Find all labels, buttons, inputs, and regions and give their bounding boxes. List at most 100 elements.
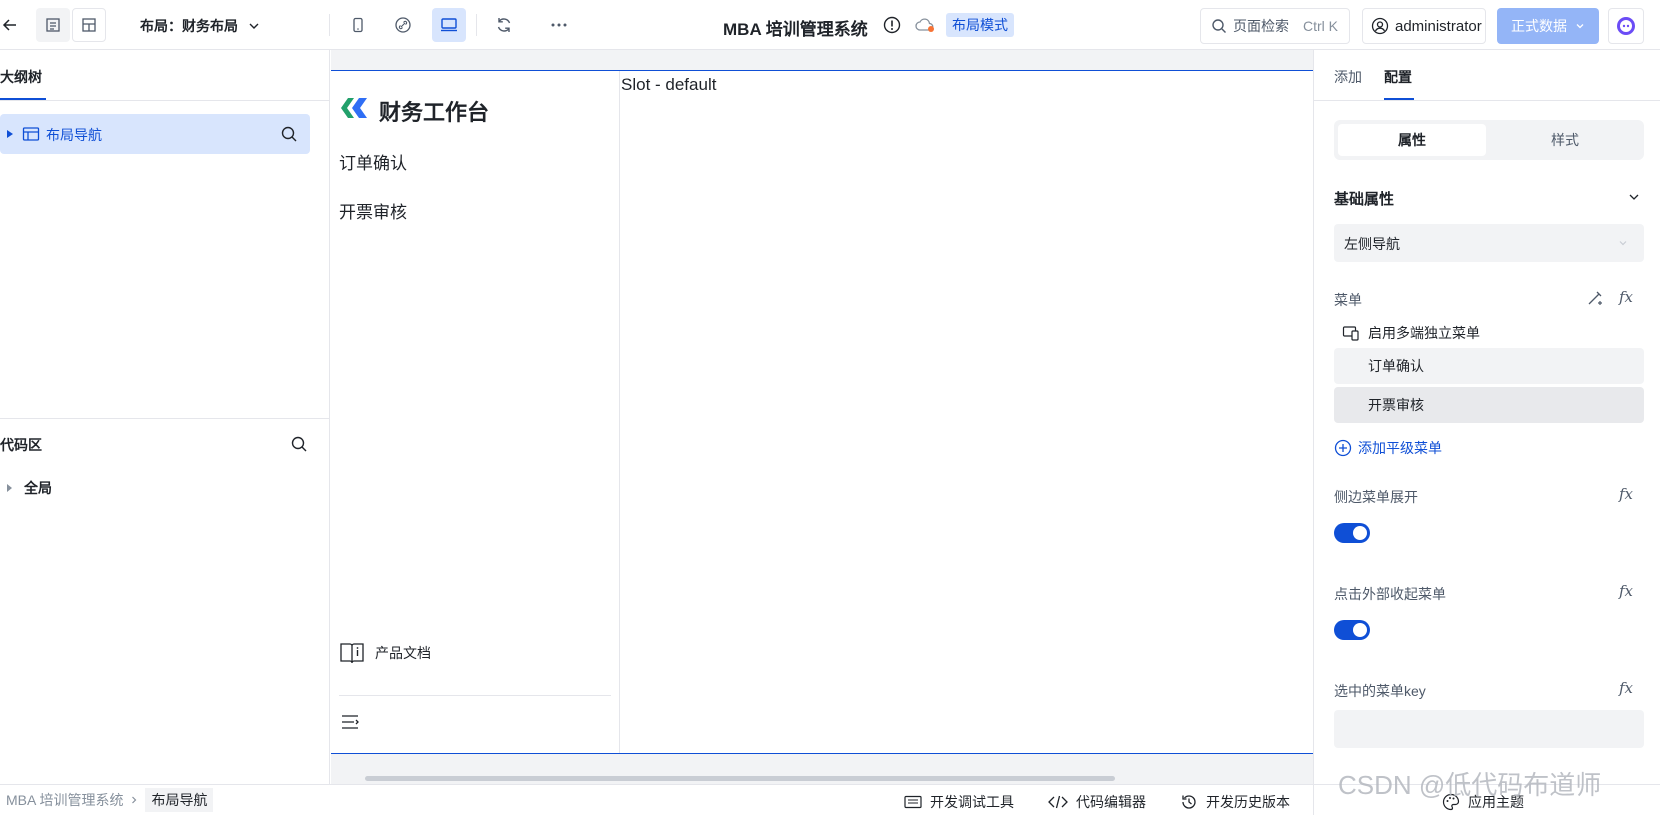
palette-icon (1442, 793, 1460, 811)
search-shortcut: Ctrl K (1303, 18, 1338, 34)
canvas-page[interactable]: 财务工作台 订单确认 开票审核 产品文档 Slot - default (331, 70, 1313, 754)
history-button[interactable]: 开发历史版本 (1180, 792, 1290, 812)
fx-icon[interactable]: fx (1619, 582, 1633, 600)
preview-nav-item[interactable]: 订单确认 (339, 149, 407, 174)
code-area-title: 代码区 (0, 437, 42, 453)
app-theme-button[interactable]: 应用主题 (1442, 792, 1524, 812)
book-icon (340, 643, 364, 664)
menu-config-item[interactable]: 开票审核 (1334, 387, 1644, 423)
top-bar: 布局：财务布局 MBA 培训管理系统 布局模式 页面检索 Ctrl K admi… (0, 0, 1660, 50)
chevron-down-icon (1576, 24, 1584, 29)
tree-item-layout-nav[interactable]: 布局导航 (0, 114, 310, 154)
search-icon[interactable] (280, 125, 298, 143)
menu-collapse-icon[interactable] (341, 714, 359, 730)
breadcrumb: MBA 培训管理系统 布局导航 (0, 788, 214, 812)
tab-config[interactable]: 配置 (1384, 67, 1412, 87)
search-icon[interactable] (290, 435, 308, 453)
left-panel: 大纲树 布局导航 代码区 全局 (0, 50, 330, 784)
multi-device-icon (1342, 326, 1359, 341)
link-view-icon[interactable] (386, 8, 420, 42)
magic-wand-icon[interactable] (1586, 289, 1604, 307)
selected-key-label: 选中的菜单key (1334, 683, 1426, 699)
divider (476, 14, 477, 36)
divider (339, 695, 611, 696)
docs-label: 产品文档 (375, 645, 431, 661)
caret-right-icon[interactable] (6, 129, 14, 139)
chevron-down-icon[interactable] (1628, 191, 1640, 203)
caret-right-icon[interactable] (6, 483, 14, 493)
multi-menu-label: 启用多端独立菜单 (1368, 325, 1480, 341)
dev-tools-button[interactable]: 开发调试工具 (904, 792, 1014, 812)
slot-placeholder: Slot - default (621, 75, 717, 94)
breadcrumb-item[interactable]: 布局导航 (145, 788, 214, 812)
app-theme-label: 应用主题 (1468, 794, 1524, 810)
segment-properties[interactable]: 属性 (1338, 124, 1486, 156)
horizontal-scrollbar[interactable] (365, 776, 1115, 781)
mobile-view-icon[interactable] (341, 8, 375, 42)
refresh-icon[interactable] (487, 8, 521, 42)
breadcrumb-item[interactable]: MBA 培训管理系统 (0, 790, 123, 810)
mode-badge: 布局模式 (946, 13, 1014, 37)
assistant-icon[interactable] (1608, 8, 1644, 44)
plus-circle-icon (1334, 439, 1352, 457)
collapse-outside-label: 点击外部收起菜单 (1334, 586, 1446, 602)
code-tree-label: 全局 (24, 480, 52, 496)
collapse-outside-toggle[interactable] (1334, 620, 1370, 640)
multi-menu-option[interactable]: 启用多端独立菜单 (1342, 323, 1480, 343)
layout-component-icon (22, 127, 40, 141)
status-bar: MBA 培训管理系统 布局导航 开发调试工具 代码编辑器 开发历史版本 应用主题 (0, 784, 1660, 815)
section-title: 基础属性 (1334, 191, 1395, 208)
code-editor-label: 代码编辑器 (1076, 794, 1146, 810)
data-mode-button[interactable]: 正式数据 (1497, 8, 1599, 44)
layout-label: 布局：财务布局 (140, 18, 238, 34)
selected-key-input[interactable] (1334, 710, 1644, 748)
chevron-right-icon (132, 796, 137, 804)
segment-styles[interactable]: 样式 (1490, 124, 1640, 156)
data-mode-label: 正式数据 (1511, 18, 1567, 34)
docs-link[interactable]: 产品文档 (339, 641, 431, 665)
page-view-icon[interactable] (36, 8, 70, 42)
page-search-input[interactable]: 页面检索 Ctrl K (1200, 8, 1350, 44)
desktop-view-icon[interactable] (432, 8, 466, 42)
layout-view-icon[interactable] (72, 8, 106, 42)
menu-config-item[interactable]: 订单确认 (1334, 348, 1644, 384)
preview-sidebar[interactable]: 财务工作台 订单确认 开票审核 产品文档 (331, 71, 620, 753)
info-icon[interactable] (883, 16, 901, 34)
divider (1314, 100, 1660, 101)
design-canvas: 财务工作台 订单确认 开票审核 产品文档 Slot - default (331, 50, 1313, 784)
expand-toggle[interactable] (1334, 523, 1370, 543)
console-icon (904, 795, 922, 809)
search-placeholder: 页面检索 (1233, 18, 1289, 34)
app-title: MBA 培训管理系统 (723, 20, 868, 39)
fx-icon[interactable]: fx (1619, 485, 1633, 503)
tab-outline[interactable]: 大纲树 (0, 67, 42, 87)
fx-icon[interactable]: fx (1619, 679, 1633, 697)
dev-tools-label: 开发调试工具 (930, 794, 1014, 810)
user-icon (1371, 17, 1389, 35)
tab-add[interactable]: 添加 (1334, 67, 1362, 87)
tree-item-label: 布局导航 (46, 127, 102, 143)
nav-type-select[interactable]: 左侧导航 (1334, 224, 1644, 262)
cloud-sync-icon (915, 17, 935, 33)
fx-icon[interactable]: fx (1619, 288, 1633, 306)
brand-logo-icon (339, 95, 369, 121)
code-editor-button[interactable]: 代码编辑器 (1048, 792, 1146, 812)
chevron-down-icon (249, 23, 259, 29)
preview-nav-item[interactable]: 开票审核 (339, 198, 407, 223)
divider (1313, 785, 1314, 815)
add-menu-label: 添加平级菜单 (1358, 440, 1442, 456)
history-icon (1182, 795, 1196, 809)
history-label: 开发历史版本 (1206, 794, 1290, 810)
menu-label: 菜单 (1334, 292, 1362, 308)
divider (0, 418, 330, 419)
more-icon[interactable] (542, 8, 576, 42)
add-sibling-menu-button[interactable]: 添加平级菜单 (1334, 438, 1442, 458)
user-menu[interactable]: administrator (1362, 8, 1486, 44)
nav-type-value: 左侧导航 (1344, 236, 1400, 252)
back-arrow-icon[interactable] (0, 8, 20, 42)
divider (0, 100, 330, 101)
segment-control: 属性 样式 (1334, 120, 1644, 160)
code-icon (1048, 795, 1068, 809)
layout-selector[interactable]: 布局：财务布局 (140, 16, 260, 36)
code-tree-item-global[interactable]: 全局 (6, 478, 52, 498)
